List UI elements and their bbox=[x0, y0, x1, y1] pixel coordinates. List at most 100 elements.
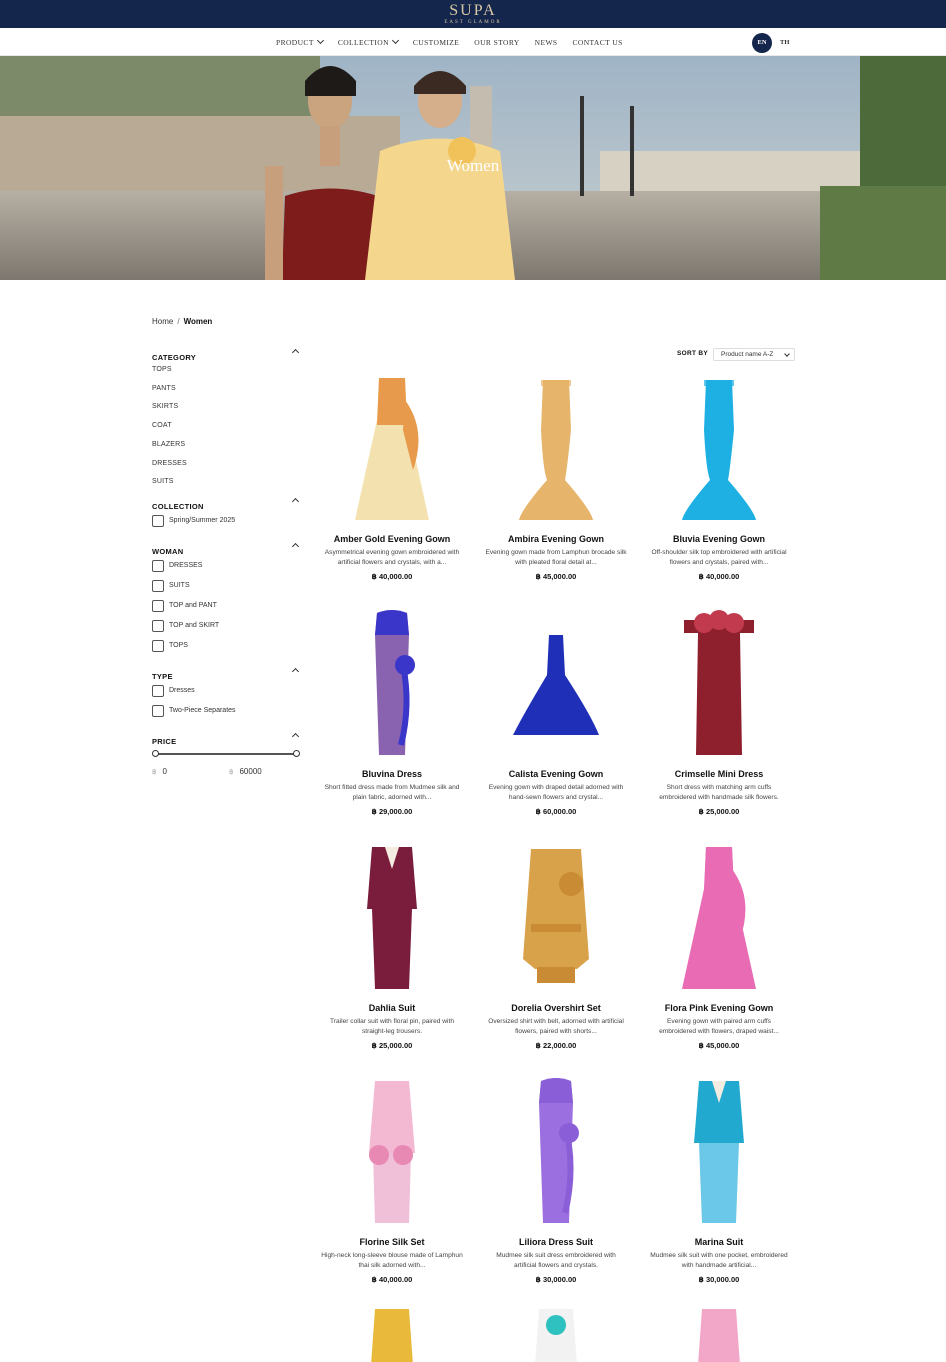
collapse-chevron-icon[interactable] bbox=[291, 667, 300, 676]
filter-checkbox-option[interactable]: Two-Piece Separates bbox=[152, 704, 236, 717]
product-name[interactable]: Crimselle Mini Dress bbox=[644, 769, 794, 780]
product-image[interactable] bbox=[317, 1305, 467, 1362]
product-card[interactable] bbox=[644, 1305, 794, 1362]
product-card[interactable] bbox=[481, 1305, 631, 1362]
filter-price-header[interactable]: PRICE bbox=[152, 731, 300, 746]
product-description: Mudmee silk suit dress embroidered with … bbox=[496, 1252, 616, 1269]
product-card[interactable]: Florine Silk Set High-neck long-sleeve bl… bbox=[317, 1073, 467, 1284]
product-image[interactable] bbox=[317, 1073, 467, 1231]
nav-item-news[interactable]: NEWS bbox=[535, 38, 558, 47]
brand-logo[interactable]: SUPA EAST GLAMOR bbox=[0, 0, 946, 28]
product-image[interactable] bbox=[481, 370, 631, 528]
filter-type-header[interactable]: TYPE bbox=[152, 666, 300, 681]
product-image[interactable] bbox=[481, 1305, 631, 1362]
filter-collection-header[interactable]: COLLECTION bbox=[152, 496, 300, 511]
product-name[interactable]: Liliora Dress Suit bbox=[481, 1237, 631, 1248]
filter-woman-header[interactable]: WOMAN bbox=[152, 541, 300, 556]
product-card[interactable] bbox=[317, 1305, 467, 1362]
sort-selected-value: Product name A-Z bbox=[721, 351, 774, 358]
filter-checkbox-option[interactable]: TOP and PANT bbox=[152, 599, 217, 612]
product-name[interactable]: Ambira Evening Gown bbox=[481, 534, 631, 545]
currency-symbol: ฿ bbox=[229, 769, 234, 776]
product-name[interactable]: Amber Gold Evening Gown bbox=[317, 534, 467, 545]
checkbox[interactable] bbox=[152, 619, 164, 632]
language-en-button[interactable]: EN bbox=[752, 33, 772, 53]
product-name[interactable]: Bluvia Evening Gown bbox=[644, 534, 794, 545]
product-card[interactable]: Amber Gold Evening Gown Asymmetrical even… bbox=[317, 370, 467, 581]
sort-label: SORT BY bbox=[677, 350, 708, 357]
filter-option[interactable]: DRESSES bbox=[152, 460, 187, 467]
product-name[interactable]: Marina Suit bbox=[644, 1237, 794, 1248]
product-name[interactable]: Dorelia Overshirt Set bbox=[481, 1003, 631, 1014]
product-card[interactable]: Ambira Evening Gown Evening gown made fro… bbox=[481, 370, 631, 581]
product-image[interactable] bbox=[317, 605, 467, 763]
product-card[interactable]: Dahlia Suit Trailer collar suit with flor… bbox=[317, 839, 467, 1050]
sort-dropdown[interactable]: Product name A-Z bbox=[713, 348, 795, 361]
filter-checkbox-option[interactable]: Dresses bbox=[152, 684, 195, 697]
price-max-field[interactable]: ฿ 60000 bbox=[229, 767, 262, 776]
product-card[interactable]: Calista Evening Gown Evening gown with dr… bbox=[481, 605, 631, 816]
filter-checkbox-option[interactable]: TOPS bbox=[152, 639, 188, 652]
checkbox[interactable] bbox=[152, 579, 164, 592]
filter-option[interactable]: SUITS bbox=[152, 478, 174, 485]
product-image[interactable] bbox=[644, 605, 794, 763]
product-image[interactable] bbox=[481, 839, 631, 997]
breadcrumb-home-link[interactable]: Home bbox=[152, 317, 173, 326]
price-range-slider[interactable] bbox=[155, 753, 296, 755]
brand-tagline: EAST GLAMOR bbox=[444, 20, 502, 25]
product-name[interactable]: Dahlia Suit bbox=[317, 1003, 467, 1014]
checkbox-label: SUITS bbox=[169, 582, 190, 589]
product-image[interactable] bbox=[644, 1073, 794, 1231]
filter-option[interactable]: SKIRTS bbox=[152, 403, 178, 410]
product-name[interactable]: Flora Pink Evening Gown bbox=[644, 1003, 794, 1014]
product-card[interactable]: Marina Suit Mudmee silk suit with one poc… bbox=[644, 1073, 794, 1284]
nav-item-our-story[interactable]: OUR STORY bbox=[474, 38, 519, 47]
product-card[interactable]: Dorelia Overshirt Set Oversized shirt wit… bbox=[481, 839, 631, 1050]
product-image[interactable] bbox=[317, 370, 467, 528]
filter-option[interactable]: COAT bbox=[152, 422, 172, 429]
collapse-chevron-icon[interactable] bbox=[291, 497, 300, 506]
product-card[interactable]: Bluvina Dress Short fitted dress made fro… bbox=[317, 605, 467, 816]
product-name[interactable]: Bluvina Dress bbox=[317, 769, 467, 780]
product-image[interactable] bbox=[644, 370, 794, 528]
checkbox[interactable] bbox=[152, 599, 164, 612]
checkbox[interactable] bbox=[152, 704, 164, 717]
product-image[interactable] bbox=[644, 1305, 794, 1362]
product-price: ฿ 45,000.00 bbox=[698, 1041, 740, 1050]
collapse-chevron-icon[interactable] bbox=[291, 348, 300, 357]
checkbox[interactable] bbox=[152, 559, 164, 572]
nav-item-product[interactable]: PRODUCT bbox=[276, 36, 324, 47]
filter-option[interactable]: TOPS bbox=[152, 366, 172, 373]
nav-item-collection[interactable]: COLLECTION bbox=[337, 36, 399, 47]
product-card[interactable]: Liliora Dress Suit Mudmee silk suit dress… bbox=[481, 1073, 631, 1284]
nav-item-contact-us[interactable]: CONTACT US bbox=[573, 38, 623, 47]
product-card[interactable]: Bluvia Evening Gown Off-shoulder silk top… bbox=[644, 370, 794, 581]
language-th-button[interactable]: TH bbox=[780, 33, 789, 53]
checkbox[interactable] bbox=[152, 514, 164, 527]
price-min-handle[interactable] bbox=[152, 750, 159, 757]
filter-option[interactable]: BLAZERS bbox=[152, 441, 185, 448]
nav-item-customize[interactable]: CUSTOMIZE bbox=[413, 38, 459, 47]
filter-checkbox-option[interactable]: Spring/Summer 2025 bbox=[152, 514, 235, 527]
nav-item-label: COLLECTION bbox=[337, 37, 389, 47]
product-card[interactable]: Flora Pink Evening Gown Evening gown with… bbox=[644, 839, 794, 1050]
price-min-field[interactable]: ฿ 0 bbox=[152, 767, 167, 776]
filter-checkbox-option[interactable]: TOP and SKIRT bbox=[152, 619, 219, 632]
product-price: ฿ 25,000.00 bbox=[371, 1041, 413, 1050]
price-max-handle[interactable] bbox=[293, 750, 300, 757]
collapse-chevron-icon[interactable] bbox=[291, 732, 300, 741]
product-image[interactable] bbox=[317, 839, 467, 997]
checkbox[interactable] bbox=[152, 684, 164, 697]
product-name[interactable]: Calista Evening Gown bbox=[481, 769, 631, 780]
product-image[interactable] bbox=[644, 839, 794, 997]
filter-checkbox-option[interactable]: DRESSES bbox=[152, 559, 202, 572]
collapse-chevron-icon[interactable] bbox=[291, 542, 300, 551]
checkbox[interactable] bbox=[152, 639, 164, 652]
filter-option[interactable]: PANTS bbox=[152, 385, 176, 392]
product-image[interactable] bbox=[481, 605, 631, 763]
product-image[interactable] bbox=[481, 1073, 631, 1231]
filter-category-header[interactable]: CATEGORY bbox=[152, 347, 300, 362]
product-name[interactable]: Florine Silk Set bbox=[317, 1237, 467, 1248]
filter-checkbox-option[interactable]: SUITS bbox=[152, 579, 190, 592]
product-card[interactable]: Crimselle Mini Dress Short dress with mat… bbox=[644, 605, 794, 816]
